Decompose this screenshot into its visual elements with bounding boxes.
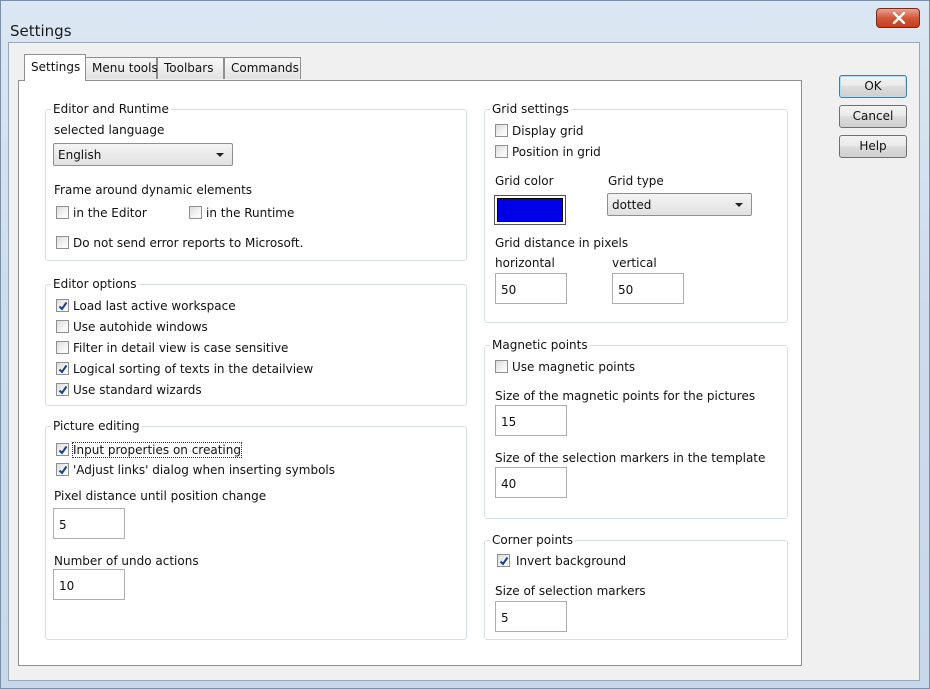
use-magnetic-points-checkbox[interactable] [495,360,508,373]
chevron-down-icon [216,153,224,157]
selection-markers-size-label: Size of selection markers [495,584,646,598]
ok-button[interactable]: OK [839,75,907,98]
logical-sorting-checkbox[interactable] [56,362,69,375]
position-in-grid-checkbox[interactable] [495,145,508,158]
grid-type-value: dotted [612,198,652,212]
corner-points-legend: Corner points [490,533,576,547]
in-editor-label: in the Editor [73,206,147,220]
tab-settings[interactable]: Settings [24,54,86,81]
load-workspace-checkbox[interactable] [56,299,69,312]
autohide-label: Use autohide windows [73,320,208,334]
chevron-down-icon [735,203,743,207]
grid-color-swatch[interactable] [494,195,566,225]
grid-color-label: Grid color [495,174,554,188]
no-error-reports-label: Do not send error reports to Microsoft. [73,236,304,250]
grid-color-fill [497,198,563,222]
load-workspace-label: Load last active workspace [73,299,236,313]
tab-commands[interactable]: Commands [224,57,301,79]
vertical-distance-input[interactable]: 50 [612,273,684,304]
picture-editing-legend: Picture editing [51,419,142,433]
grid-distance-label: Grid distance in pixels [495,236,629,250]
language-select[interactable]: English [53,143,233,166]
use-magnetic-points-label: Use magnetic points [512,360,636,374]
standard-wizards-label: Use standard wizards [73,383,202,397]
help-button[interactable]: Help [839,135,907,158]
adjust-links-label: 'Adjust links' dialog when inserting sym… [73,463,336,477]
language-select-value: English [58,148,102,162]
editor-options-legend: Editor options [51,277,139,291]
undo-actions-input[interactable]: 10 [53,569,125,600]
cancel-button[interactable]: Cancel [839,105,907,128]
undo-actions-label: Number of undo actions [54,554,199,568]
checkmark-icon [58,364,68,374]
selection-markers-size-input[interactable]: 5 [495,601,567,632]
grid-settings-legend: Grid settings [490,102,571,116]
no-error-reports-checkbox[interactable] [56,236,69,249]
filter-case-checkbox[interactable] [56,341,69,354]
window-title: Settings [10,22,72,40]
frame-label: Frame around dynamic elements [54,183,253,197]
invert-background-checkbox[interactable] [497,554,510,567]
editor-runtime-legend: Editor and Runtime [51,102,171,116]
magnetic-size-pictures-label: Size of the magnetic points for the pict… [495,389,756,403]
vertical-label: vertical [612,256,657,270]
adjust-links-checkbox[interactable] [56,463,69,476]
position-in-grid-label: Position in grid [512,145,601,159]
filter-case-label: Filter in detail view is case sensitive [73,341,289,355]
checkmark-icon [499,556,509,566]
selection-markers-template-input[interactable]: 40 [495,467,567,498]
checkmark-icon [58,385,68,395]
close-icon [892,12,906,24]
in-editor-checkbox[interactable] [56,206,69,219]
horizontal-distance-input[interactable]: 50 [495,273,567,304]
grid-type-label: Grid type [608,174,664,188]
magnetic-points-legend: Magnetic points [490,338,590,352]
logical-sorting-label: Logical sorting of texts in the detailvi… [73,362,314,376]
in-runtime-checkbox[interactable] [189,206,202,219]
language-label: selected language [54,123,165,137]
selection-markers-template-label: Size of the selection markers in the tem… [495,451,766,465]
grid-type-select[interactable]: dotted [607,193,752,216]
checkmark-icon [58,301,68,311]
pixel-distance-input[interactable]: 5 [53,508,125,539]
input-properties-checkbox[interactable] [56,443,69,456]
checkmark-icon [58,445,68,455]
magnetic-size-pictures-input[interactable]: 15 [495,405,567,436]
in-runtime-label: in the Runtime [206,206,295,220]
invert-background-label: Invert background [516,554,627,568]
standard-wizards-checkbox[interactable] [56,383,69,396]
checkmark-icon [58,465,68,475]
display-grid-checkbox[interactable] [495,124,508,137]
input-properties-label: Input properties on creating [72,442,242,458]
horizontal-label: horizontal [495,256,555,270]
tab-toolbars[interactable]: Toolbars [157,57,224,79]
display-grid-label: Display grid [512,124,584,138]
close-button[interactable] [876,8,920,28]
tab-menu-tools[interactable]: Menu tools [85,57,158,79]
pixel-distance-label: Pixel distance until position change [54,489,267,503]
autohide-checkbox[interactable] [56,320,69,333]
